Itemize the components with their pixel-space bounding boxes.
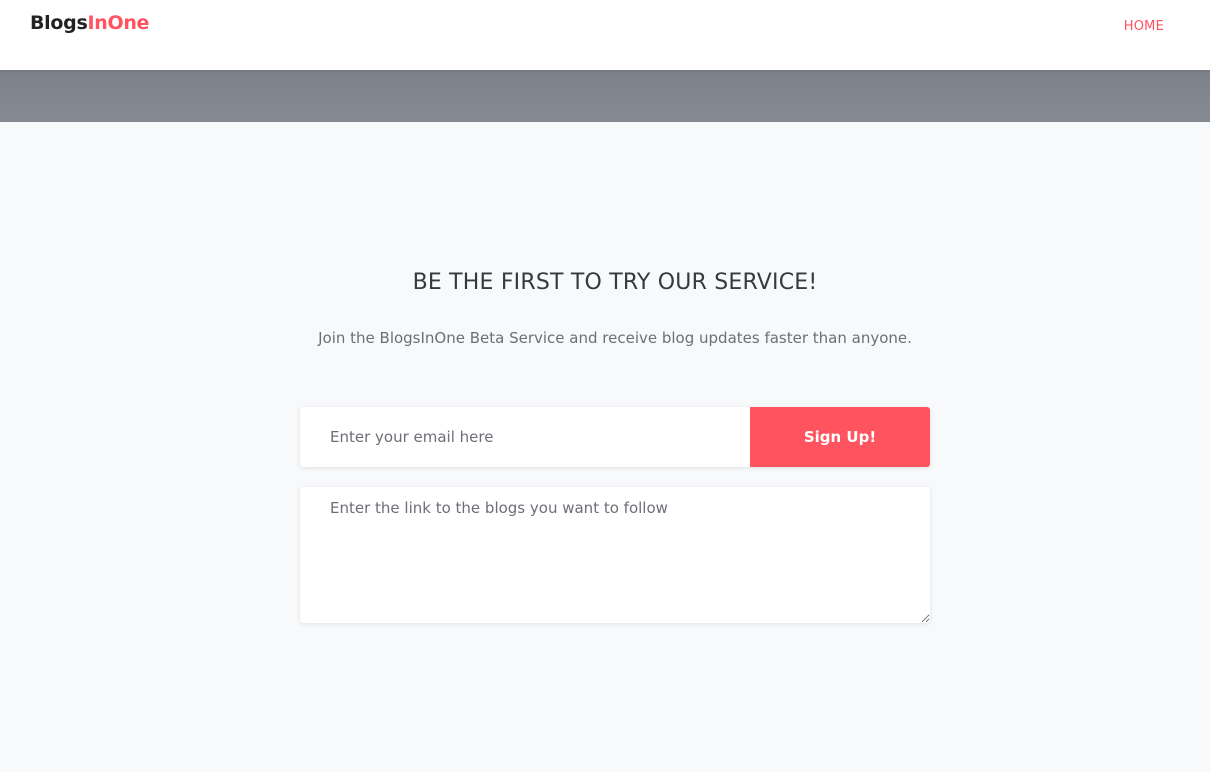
brand-logo[interactable]: BlogsInOne — [30, 12, 149, 34]
signup-subheading: Join the BlogsInOne Beta Service and rec… — [318, 329, 912, 347]
navbar: BlogsInOne HOME — [0, 0, 1210, 70]
nav-home-link[interactable]: HOME — [1124, 19, 1164, 34]
signup-heading: BE THE FIRST TO TRY OUR SERVICE! — [412, 270, 818, 295]
brand-logo-part2: InOne — [87, 12, 150, 34]
signup-section: BE THE FIRST TO TRY OUR SERVICE! Join th… — [0, 122, 1210, 772]
signup-button[interactable]: Sign Up! — [750, 407, 930, 467]
signup-form: Sign Up! — [300, 407, 930, 467]
hero-image-strip — [0, 70, 1210, 122]
email-input[interactable] — [300, 407, 750, 467]
blog-links-textarea[interactable] — [300, 487, 930, 623]
brand-logo-part1: Blogs — [30, 12, 88, 34]
